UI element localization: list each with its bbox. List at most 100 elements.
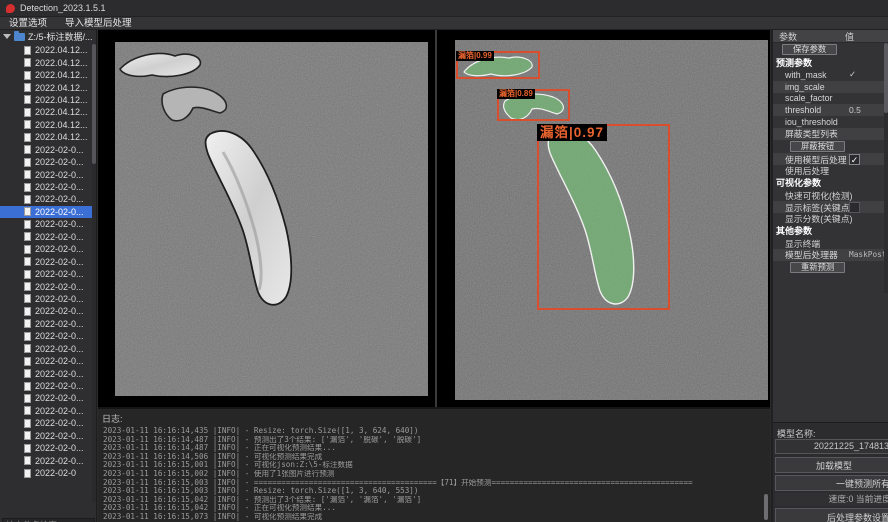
scrollbar-handle[interactable] [884, 43, 888, 113]
file-item-label: 2022.04.12... [35, 120, 88, 130]
file-item[interactable]: 2022.04.12... [0, 94, 92, 106]
app-window: Detection_2023.1.5.1 设置选项 导入模型后处理 Z:/5-标… [0, 0, 888, 522]
param-label: with_mask [773, 70, 827, 80]
file-item[interactable]: 2022-02-0... [0, 454, 92, 466]
file-item[interactable]: 2022-02-0... [0, 405, 92, 417]
file-item[interactable]: 2022-02-0... [0, 430, 92, 442]
file-item[interactable]: 2022-02-0... [0, 231, 92, 243]
file-item-label: 2022-02-0 [35, 468, 76, 478]
predict-all-button[interactable]: 一键预测所有 [775, 475, 888, 491]
param-row[interactable]: 模型后处理器MaskPostPro [773, 249, 888, 261]
file-item[interactable]: 2022.04.12... [0, 81, 92, 93]
file-icon [24, 183, 31, 192]
file-icon [24, 145, 31, 154]
original-image[interactable] [115, 42, 428, 396]
param-label: 显示分数(关键点) [773, 212, 852, 225]
detection-box[interactable]: 漏箔|0.99 [456, 51, 540, 79]
prediction-image[interactable]: 漏箔|0.99 漏箔|0.89漏箔|0.97 [455, 40, 768, 400]
file-item[interactable]: 2022-02-0... [0, 218, 92, 230]
file-item[interactable]: 2022-02-0... [0, 330, 92, 342]
file-item[interactable]: 2022-02-0... [0, 343, 92, 355]
file-item[interactable]: 2022-02-0... [0, 417, 92, 429]
param-row[interactable]: 使用模型后处理✓ [773, 153, 888, 165]
file-item[interactable]: 2022-02-0... [0, 318, 92, 330]
param-scrollbar[interactable] [884, 43, 888, 293]
file-item-label: 2022-02-0... [35, 344, 84, 354]
param-row[interactable]: 使用后处理 [773, 165, 888, 177]
postprocess-settings-button[interactable]: 后处理参数设置 [775, 508, 888, 522]
file-item[interactable]: 2022.04.12... [0, 44, 92, 56]
log-panel: 日志: 2023-01-11 16:16:14,435 |INFO| - Res… [98, 407, 770, 522]
file-item[interactable]: 2022-02-0... [0, 206, 92, 218]
file-item[interactable]: 2022.04.12... [0, 69, 92, 81]
file-item[interactable]: 2022-02-0... [0, 392, 92, 404]
file-item[interactable]: 2022-02-0... [0, 243, 92, 255]
file-item-label: 2022-02-0... [35, 282, 84, 292]
file-item-label: 2022-02-0... [35, 219, 84, 229]
param-row[interactable]: 显示标签(关键点) [773, 201, 888, 213]
file-icon [24, 232, 31, 241]
file-item[interactable]: 2022.04.12... [0, 56, 92, 68]
detection-box[interactable]: 漏箔|0.97 [537, 124, 670, 310]
param-row[interactable]: with_mask✓ [773, 69, 888, 81]
file-item[interactable]: 2022-02-0... [0, 144, 92, 156]
file-item[interactable]: 2022-02-0... [0, 305, 92, 317]
file-item[interactable]: 2022-02-0... [0, 380, 92, 392]
param-row[interactable]: 显示终端 [773, 237, 888, 249]
param-label: threshold [773, 105, 821, 115]
menu-settings[interactable]: 设置选项 [0, 17, 56, 30]
param-action-button[interactable]: 屏蔽按钮 [790, 141, 845, 152]
file-icon [24, 71, 31, 80]
param-checkbox[interactable]: ✓ [849, 154, 860, 165]
tree-root-folder[interactable]: Z:/5-标注数据/... [0, 30, 96, 43]
param-action-button[interactable]: 保存参数 [782, 44, 837, 55]
chevron-down-icon[interactable] [3, 34, 11, 39]
file-list-scrollbar[interactable] [92, 44, 96, 502]
file-icon [24, 382, 31, 391]
file-icon [24, 307, 31, 316]
file-item[interactable]: 2022.04.12... [0, 119, 92, 131]
file-item-label: 2022-02-0... [35, 145, 84, 155]
detection-box[interactable]: 漏箔|0.89 [497, 89, 570, 121]
log-line: 2023-01-11 16:16:15,003 |INFO| - Resize:… [98, 487, 770, 496]
search-input[interactable] [2, 518, 95, 522]
param-row[interactable]: iou_threshold [773, 116, 888, 128]
file-item[interactable]: 2022.04.12... [0, 131, 92, 143]
model-name-field[interactable]: 20221225_174813 [775, 439, 888, 454]
file-item-label: 2022-02-0... [35, 418, 84, 428]
file-item[interactable]: 2022-02-0... [0, 255, 92, 267]
file-icon [24, 294, 31, 303]
file-item[interactable]: 2022-02-0... [0, 442, 92, 454]
param-checkbox[interactable] [849, 202, 860, 213]
menu-import-postprocess[interactable]: 导入模型后处理 [56, 17, 141, 30]
file-item[interactable]: 2022-02-0... [0, 193, 92, 205]
file-item[interactable]: 2022-02-0... [0, 293, 92, 305]
file-item[interactable]: 2022-02-0... [0, 181, 92, 193]
param-row[interactable]: 显示分数(关键点) [773, 213, 888, 225]
file-item[interactable]: 2022-02-0... [0, 168, 92, 180]
param-row[interactable]: img_scale [773, 81, 888, 93]
param-button-row: 重新预测 [773, 261, 888, 275]
file-item[interactable]: 2022-02-0... [0, 367, 92, 379]
file-item[interactable]: 2022-02-0 [0, 467, 92, 479]
scrollbar-handle[interactable] [92, 44, 96, 164]
load-model-button[interactable]: 加载模型 [775, 457, 888, 473]
file-item[interactable]: 2022.04.12... [0, 106, 92, 118]
file-item[interactable]: 2022-02-0... [0, 156, 92, 168]
param-row[interactable]: scale_factor [773, 93, 888, 105]
file-item[interactable]: 2022-02-0... [0, 280, 92, 292]
file-icon [24, 357, 31, 366]
log-scrollbar-handle[interactable] [764, 494, 768, 520]
log-line: 2023-01-11 16:16:14,487 |INFO| - 预测出了3个结… [98, 436, 770, 445]
param-row[interactable]: 快速可视化(检测) [773, 189, 888, 201]
param-action-button[interactable]: 重新预测 [790, 262, 845, 273]
param-col-name: 参数 [773, 30, 845, 43]
file-item-label: 2022.04.12... [35, 45, 88, 55]
file-item[interactable]: 2022-02-0... [0, 355, 92, 367]
file-item[interactable]: 2022-02-0... [0, 268, 92, 280]
param-row[interactable]: threshold0.5 [773, 104, 888, 116]
param-row[interactable]: 屏蔽类型列表 [773, 128, 888, 140]
file-icon [24, 170, 31, 179]
file-icon [24, 220, 31, 229]
param-section-header: 可视化参数 [773, 177, 888, 190]
